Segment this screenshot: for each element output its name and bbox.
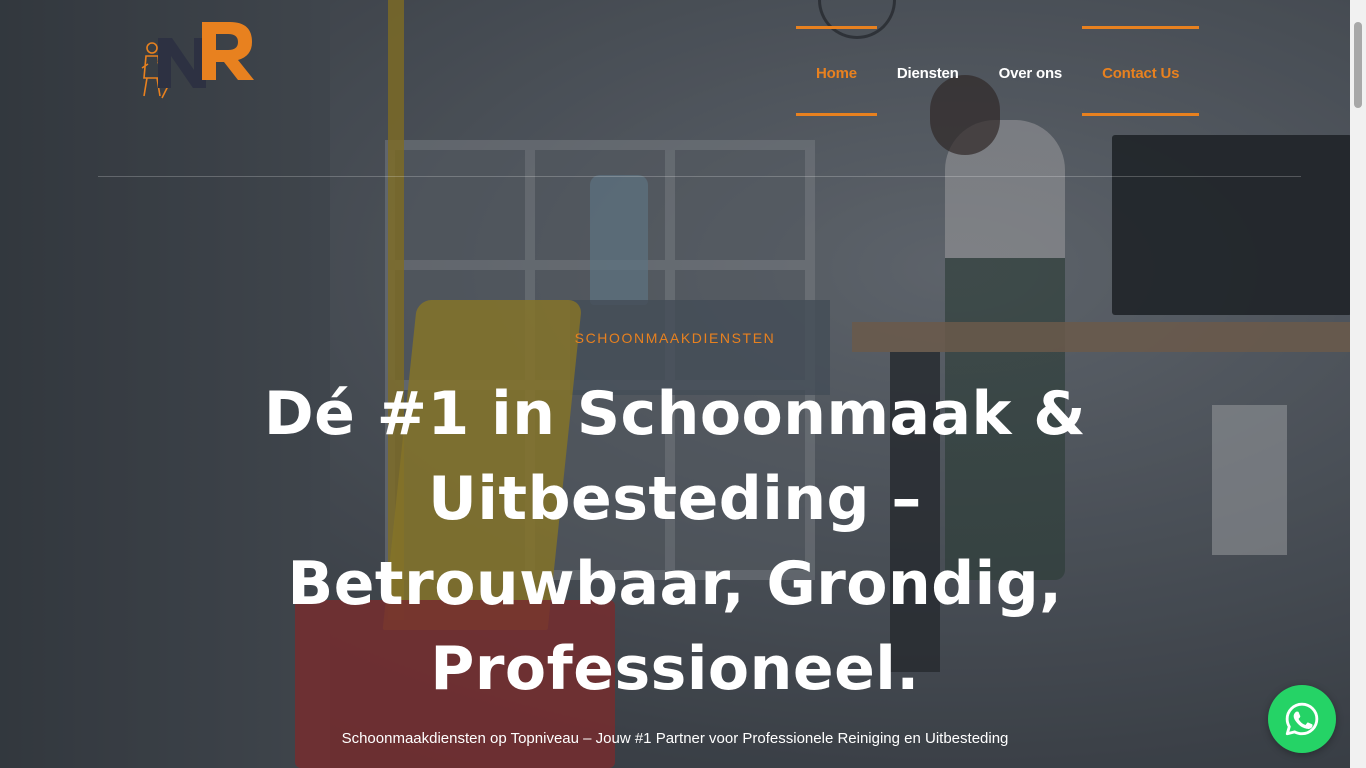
whatsapp-icon — [1285, 702, 1319, 736]
nav-item-contact-us[interactable]: Contact Us — [1082, 26, 1200, 116]
nav-item-over-ons[interactable]: Over ons — [979, 26, 1082, 116]
header-divider — [98, 176, 1301, 177]
page-scrollbar[interactable] — [1350, 0, 1366, 768]
nav-item-home[interactable]: Home — [796, 26, 877, 116]
logo-mark — [141, 22, 254, 99]
nav-item-diensten[interactable]: Diensten — [877, 26, 979, 116]
site-logo[interactable] — [138, 18, 256, 102]
whatsapp-button[interactable] — [1268, 685, 1336, 753]
main-nav: Home Diensten Over ons Contact Us — [796, 26, 1200, 116]
hero-headline: Dé #1 in Schoonmaak & Uitbesteding – Bet… — [263, 379, 1087, 704]
hero-eyebrow: SCHOONMAAKDIENSTEN — [574, 330, 776, 346]
hero-section: Home Diensten Over ons Contact Us SCHOON… — [0, 0, 1366, 768]
hero-subtitle: Schoonmaakdiensten op Topniveau – Jouw #… — [341, 730, 1009, 747]
scrollbar-thumb[interactable] — [1354, 22, 1362, 108]
